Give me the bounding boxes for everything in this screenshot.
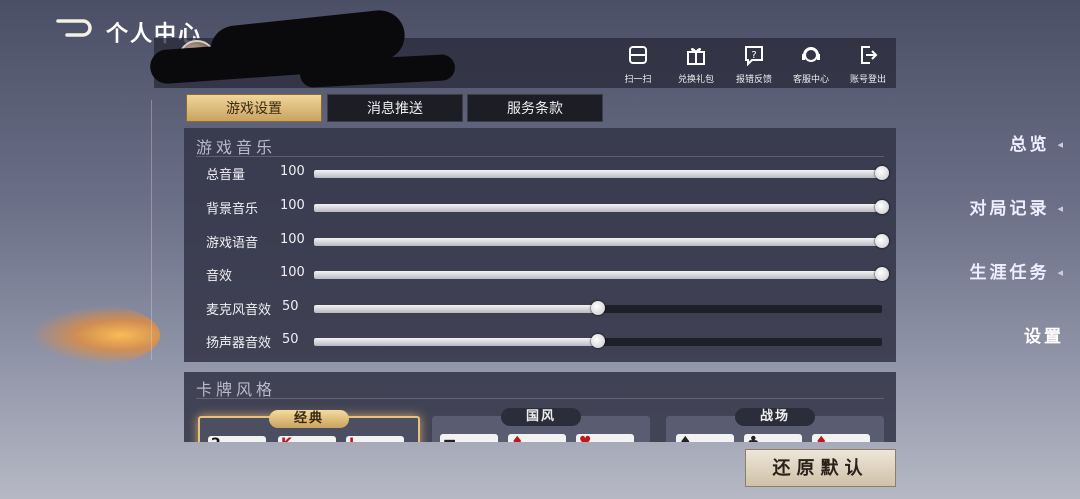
slider-handle[interactable] bbox=[591, 334, 605, 348]
slider-label: 总音量 bbox=[206, 168, 246, 183]
back-icon[interactable] bbox=[55, 18, 95, 38]
logout-icon bbox=[861, 46, 878, 64]
card-style-section: 卡牌风格 经典 2 K J 国风 ▬ ♦ ♥ 战场 ♠ ♣ ♦ bbox=[184, 372, 896, 442]
sidebar-item-settings[interactable]: 设置 bbox=[1024, 322, 1064, 347]
settings-panel: 游戏设置 消息推送 服务条款 游戏音乐 总音量 100 背景音乐 100 游戏语音 100… bbox=[184, 92, 896, 442]
section-divider bbox=[196, 156, 884, 157]
slider-label: 扬声器音效 bbox=[206, 336, 272, 351]
game-music-section: 游戏音乐 总音量 100 背景音乐 100 游戏语音 100 音效 100 麦克风音效 50 扬声器… bbox=[184, 128, 896, 362]
feedback-button[interactable]: ? 报错反馈 bbox=[726, 44, 782, 85]
card-style-battlefield[interactable]: 战场 ♠ ♣ ♦ bbox=[666, 408, 884, 442]
slider-handle[interactable] bbox=[591, 301, 605, 315]
slider-fill bbox=[314, 170, 882, 178]
tab-game-settings[interactable]: 游戏设置 bbox=[186, 94, 322, 122]
slider-label: 麦克风音效 bbox=[206, 303, 272, 318]
playing-card-preview: J bbox=[346, 436, 404, 442]
volume-slider[interactable] bbox=[314, 267, 889, 281]
sidebar-divider bbox=[151, 100, 152, 360]
chevron-left-icon: ◂ bbox=[1057, 138, 1066, 151]
sidebar-item-overview[interactable]: 总览 ◂ bbox=[1009, 130, 1066, 155]
section-title: 卡牌风格 bbox=[196, 380, 277, 399]
volume-slider[interactable] bbox=[314, 200, 889, 214]
logout-button[interactable]: 账号登出 bbox=[840, 44, 896, 85]
slider-fill bbox=[314, 204, 882, 212]
playing-card-preview: ♥ bbox=[576, 434, 634, 442]
chevron-left-icon: ◂ bbox=[1057, 266, 1066, 279]
volume-slider[interactable] bbox=[314, 334, 882, 348]
scan-button[interactable]: 扫一扫 bbox=[610, 44, 666, 85]
slider-value: 100 bbox=[280, 164, 305, 179]
playing-card-preview: ♦ bbox=[508, 434, 566, 442]
card-style-label: 战场 bbox=[735, 408, 815, 426]
support-center-button[interactable]: 客服中心 bbox=[783, 44, 839, 85]
card-style-guofeng[interactable]: 国风 ▬ ♦ ♥ bbox=[432, 408, 650, 442]
slider-value: 100 bbox=[280, 198, 305, 213]
playing-card-preview: K bbox=[278, 436, 336, 442]
playing-card-preview: ♦ bbox=[812, 434, 870, 442]
slider-fill bbox=[314, 305, 598, 313]
slider-handle[interactable] bbox=[875, 200, 889, 214]
slider-fill bbox=[314, 338, 598, 346]
gift-icon bbox=[687, 48, 705, 65]
volume-slider[interactable] bbox=[314, 166, 889, 180]
playing-card-preview: ▬ bbox=[440, 434, 498, 442]
tab-notifications[interactable]: 消息推送 bbox=[327, 94, 463, 122]
card-style-label: 经典 bbox=[269, 410, 349, 428]
svg-text:?: ? bbox=[751, 50, 756, 61]
slider-value: 50 bbox=[282, 299, 299, 314]
card-style-classic[interactable]: 经典 2 K J bbox=[198, 410, 420, 442]
feedback-icon: ? bbox=[745, 46, 763, 67]
tab-terms-of-service[interactable]: 服务条款 bbox=[467, 94, 603, 122]
playing-card-preview: 2 bbox=[208, 436, 266, 442]
slider-label: 游戏语音 bbox=[206, 236, 259, 251]
active-glow bbox=[30, 305, 160, 365]
section-title: 游戏音乐 bbox=[196, 138, 277, 157]
chevron-left-icon: ◂ bbox=[1057, 202, 1066, 215]
slider-fill bbox=[314, 271, 882, 279]
scan-icon bbox=[629, 46, 647, 64]
sidebar-item-match-records[interactable]: 对局记录 ◂ bbox=[969, 194, 1066, 219]
slider-value: 50 bbox=[282, 332, 299, 347]
slider-label: 背景音乐 bbox=[206, 202, 259, 217]
restore-defaults-button[interactable]: 还原默认 bbox=[745, 449, 896, 487]
support-icon bbox=[802, 47, 820, 62]
slider-value: 100 bbox=[280, 232, 305, 247]
sidebar-item-career-tasks[interactable]: 生涯任务 ◂ bbox=[969, 258, 1066, 283]
playing-card-preview: ♠ bbox=[676, 434, 734, 442]
slider-handle[interactable] bbox=[875, 234, 889, 248]
card-style-label: 国风 bbox=[501, 408, 581, 426]
volume-slider[interactable] bbox=[314, 301, 882, 315]
redeem-gift-button[interactable]: 兑换礼包 bbox=[668, 44, 724, 85]
slider-value: 100 bbox=[280, 265, 305, 280]
playing-card-preview: ♣ bbox=[744, 434, 802, 442]
slider-label: 音效 bbox=[206, 269, 233, 284]
slider-handle[interactable] bbox=[875, 267, 889, 281]
slider-fill bbox=[314, 238, 882, 246]
volume-slider[interactable] bbox=[314, 234, 889, 248]
section-divider bbox=[196, 398, 884, 399]
slider-handle[interactable] bbox=[875, 166, 889, 180]
